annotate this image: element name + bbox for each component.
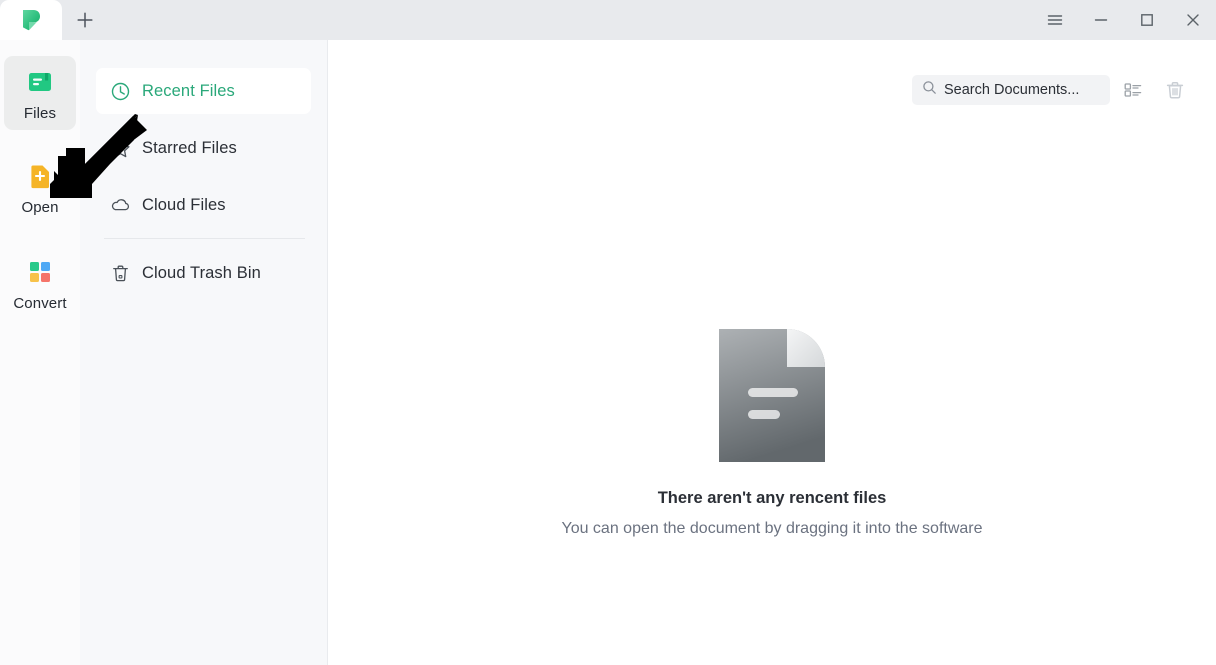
rail-item-open[interactable]: Open — [4, 150, 76, 224]
nav-item-starred-files[interactable]: Starred Files — [96, 125, 311, 171]
cloud-icon — [109, 194, 131, 216]
plus-icon — [77, 12, 93, 28]
empty-document-icon — [719, 329, 825, 462]
title-bar — [0, 0, 1216, 40]
rail-item-files[interactable]: Files — [4, 56, 76, 130]
tab-home[interactable] — [0, 0, 62, 40]
nav-item-label: Recent Files — [142, 81, 235, 100]
nav-item-cloud-trash-bin[interactable]: Cloud Trash Bin — [96, 250, 311, 296]
maximize-square-icon — [1141, 14, 1153, 26]
rail-item-convert[interactable]: Convert — [4, 246, 76, 320]
files-green-icon — [24, 66, 56, 98]
star-icon — [109, 137, 131, 159]
wps-leaf-logo-icon — [18, 7, 44, 33]
maximize-button[interactable] — [1124, 0, 1170, 40]
left-rail: Files Open Convert — [0, 40, 80, 665]
empty-state: There aren't any rencent files You can o… — [328, 40, 1216, 665]
nav-item-label: Cloud Trash Bin — [142, 263, 261, 282]
nav-item-cloud-files[interactable]: Cloud Files — [96, 182, 311, 228]
menu-button[interactable] — [1032, 0, 1078, 40]
nav-item-label: Cloud Files — [142, 195, 226, 214]
app-window: Files Open Convert Recent Files Starred … — [0, 0, 1216, 665]
close-button[interactable] — [1170, 0, 1216, 40]
empty-state-subtitle: You can open the document by dragging it… — [561, 520, 983, 537]
nav-panel: Recent Files Starred Files Cloud Files C… — [80, 40, 328, 665]
nav-item-recent-files[interactable]: Recent Files — [96, 68, 311, 114]
nav-divider — [104, 238, 305, 239]
rail-item-label: Open — [21, 199, 59, 216]
rail-item-label: Files — [23, 105, 57, 122]
convert-grid-icon — [24, 256, 56, 288]
close-x-icon — [1187, 14, 1199, 26]
rail-item-label: Convert — [13, 295, 67, 312]
empty-state-title: There aren't any rencent files — [657, 489, 887, 507]
main-content: There aren't any rencent files You can o… — [328, 40, 1216, 665]
minimize-button[interactable] — [1078, 0, 1124, 40]
hamburger-menu-icon — [1047, 15, 1063, 25]
open-plus-document-icon — [24, 160, 56, 192]
nav-item-label: Starred Files — [142, 138, 237, 157]
clock-icon — [109, 80, 131, 102]
trash-bin-icon — [109, 262, 131, 284]
new-tab-button[interactable] — [62, 0, 108, 40]
minimize-icon — [1094, 19, 1108, 21]
window-controls — [1032, 0, 1216, 40]
